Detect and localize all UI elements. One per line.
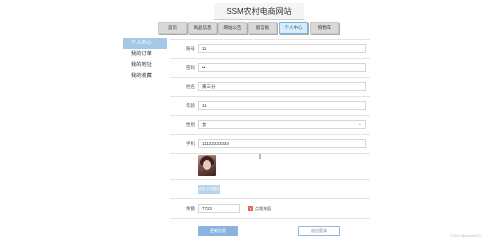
age-label: 年龄 <box>186 103 195 108</box>
gender-select[interactable]: 女 ⌄ <box>198 120 366 129</box>
sidebar-item-my-address[interactable]: 我的地址 <box>123 60 167 71</box>
divider <box>170 153 370 154</box>
chevron-down-icon: ⌄ <box>357 121 362 127</box>
sidebar-item-my-favorites[interactable]: 我的收藏 <box>123 71 167 82</box>
divider <box>170 96 370 97</box>
sidebar-item-my-orders[interactable]: 我的订单 <box>123 49 167 60</box>
divider <box>170 198 370 199</box>
phone-label: 手机 <box>186 141 195 146</box>
recharge-label: 点我充值 <box>255 206 271 211</box>
nav-personal-center[interactable]: 个人中心 <box>279 22 308 34</box>
profile-form: 账号 11 密码 •• 姓名 黄三分 年龄 11 性别 女 ⌄ 手机 11122… <box>170 38 370 245</box>
name-label: 姓名 <box>186 84 195 89</box>
site-title: SSM农村电商网站 <box>214 3 304 20</box>
gender-label: 性别 <box>186 122 195 127</box>
name-field[interactable]: 黄三分 <box>198 82 366 91</box>
watermark: CSDN @ebuckt123 <box>450 234 481 238</box>
account-field[interactable]: 11 <box>198 44 366 53</box>
recharge-button[interactable]: ¥ 点我充值 <box>248 205 271 212</box>
text-cursor-icon: I <box>259 154 261 161</box>
nav-home[interactable]: 首页 <box>158 22 187 34</box>
update-info-button[interactable]: 更新信息 <box>198 226 238 236</box>
upload-image-button[interactable]: 点击上传图片 <box>198 185 220 194</box>
divider <box>170 77 370 78</box>
sidebar-item-personal-center[interactable]: 个人中心 <box>123 38 167 49</box>
sidebar: 个人中心 我的订单 我的地址 我的收藏 <box>123 38 167 82</box>
balance-field[interactable]: 7722 <box>198 204 240 213</box>
avatar <box>198 155 216 176</box>
divider <box>170 134 370 135</box>
password-label: 密码 <box>186 65 195 70</box>
logout-button[interactable]: 退出登录 <box>298 226 340 236</box>
divider <box>170 115 370 116</box>
divider <box>170 39 370 40</box>
divider <box>170 179 370 180</box>
divider <box>170 218 370 219</box>
nav-announcements[interactable]: 网站公告 <box>218 22 247 34</box>
phone-field[interactable]: 11122223334 <box>198 139 366 148</box>
account-label: 账号 <box>186 46 195 51</box>
gender-value: 女 <box>202 122 207 127</box>
password-field[interactable]: •• <box>198 63 366 72</box>
nav-message-board[interactable]: 留言板 <box>248 22 277 34</box>
nav-cart[interactable]: 购物车 <box>310 22 339 34</box>
age-field[interactable]: 11 <box>198 101 366 110</box>
wallet-icon: ¥ <box>248 206 253 211</box>
nav-products[interactable]: 商品信息 <box>188 22 217 34</box>
divider <box>170 58 370 59</box>
balance-label: 余额 <box>186 206 195 211</box>
top-nav: 首页 商品信息 网站公告 留言板 个人中心 购物车 <box>0 20 498 37</box>
